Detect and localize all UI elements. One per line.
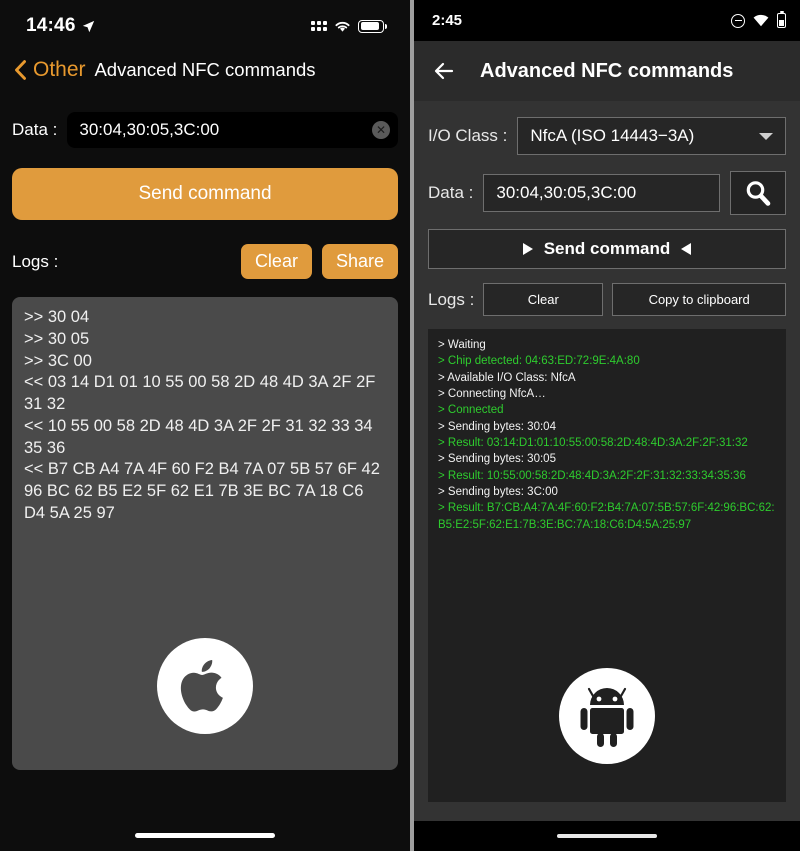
android-log-panel[interactable]: > Waiting > Chip detected: 04:63:ED:72:9E… <box>428 329 786 802</box>
ios-data-value: 30:04,30:05,3C:00 <box>79 120 220 139</box>
battery-icon <box>358 19 387 33</box>
android-send-command-button[interactable]: Send command <box>428 229 786 269</box>
ios-send-command-button[interactable]: Send command <box>12 168 398 220</box>
triangle-right-icon <box>522 243 533 255</box>
android-log-line: > Connecting NfcA… <box>438 387 546 400</box>
location-arrow-icon <box>82 20 94 32</box>
ios-data-row: Data : 30:04,30:05,3C:00 ✕ <box>12 112 398 148</box>
android-log-line: > Sending bytes: 30:05 <box>438 453 556 466</box>
android-status-bar: 2:45 <box>414 0 800 41</box>
android-data-input[interactable]: 30:04,30:05,3C:00 <box>483 174 720 212</box>
android-log-lines: > Waiting > Chip detected: 04:63:ED:72:9E… <box>438 337 776 533</box>
android-log-line: > Result: 03:14:D1:01:10:55:00:58:2D:48:… <box>438 436 748 449</box>
android-app-bar: Advanced NFC commands <box>414 41 800 101</box>
ios-log-text: >> 30 04 >> 30 05 >> 3C 00 << 03 14 D1 0… <box>24 308 380 522</box>
ios-content: Data : 30:04,30:05,3C:00 ✕ Send command … <box>0 112 410 770</box>
ios-logs-header: Logs : Clear Share <box>12 244 398 279</box>
android-content: I/O Class : NfcA (ISO 14443−3A) Data : 3… <box>414 117 800 802</box>
ios-data-label: Data : <box>12 120 58 139</box>
android-data-row: Data : 30:04,30:05,3C:00 <box>428 171 786 215</box>
battery-icon <box>777 10 786 28</box>
android-data-label: Data : <box>428 183 474 202</box>
ios-log-panel[interactable]: >> 30 04 >> 30 05 >> 3C 00 << 03 14 D1 0… <box>12 297 398 770</box>
apple-glyph <box>180 660 223 712</box>
android-io-class-value: NfcA (ISO 14443−3A) <box>530 126 695 145</box>
android-status-right <box>731 10 786 28</box>
ios-back-button[interactable]: Other <box>14 58 86 82</box>
android-log-line: > Available I/O Class: NfcA <box>438 371 576 384</box>
ios-logs-label: Logs : <box>12 251 59 271</box>
magnifier-icon <box>746 181 771 206</box>
wifi-icon <box>335 21 350 32</box>
android-clear-button[interactable]: Clear <box>483 283 604 316</box>
android-copy-button[interactable]: Copy to clipboard <box>612 283 786 316</box>
ios-back-label: Other <box>33 58 86 81</box>
clear-circle-icon[interactable]: ✕ <box>372 121 390 139</box>
android-clock: 2:45 <box>432 12 463 29</box>
android-search-button[interactable] <box>730 171 786 215</box>
ios-home-indicator[interactable] <box>135 833 275 838</box>
android-nav-bar <box>414 821 800 851</box>
android-io-class-label: I/O Class : <box>428 126 508 145</box>
apple-logo-icon <box>157 638 253 734</box>
android-log-line: > Sending bytes: 30:04 <box>438 420 556 433</box>
triangle-left-icon <box>681 243 692 255</box>
ios-data-input[interactable]: 30:04,30:05,3C:00 ✕ <box>67 112 398 148</box>
ios-clear-button[interactable]: Clear <box>240 244 312 279</box>
android-logs-header: Logs : Clear Copy to clipboard <box>428 283 786 316</box>
android-logs-label: Logs : <box>428 289 475 309</box>
chevron-left-icon <box>15 60 26 80</box>
ios-nav-bar: Other Advanced NFC commands <box>0 44 410 96</box>
android-log-line: > Chip detected: 04:63:ED:72:9E:4A:80 <box>438 355 640 368</box>
signal-dots-icon <box>311 21 327 31</box>
android-data-value: 30:04,30:05,3C:00 <box>496 183 637 202</box>
comparison-screenshot: 14:46 Other Advanced NFC commands Data:… <box>0 0 800 851</box>
android-log-line: > Sending bytes: 3C:00 <box>438 485 558 498</box>
ios-share-button[interactable]: Share <box>321 244 398 279</box>
android-log-line: > Result: B7:CB:A4:7A:4F:60:F2:B4:7A:07:… <box>438 502 775 531</box>
android-panel: 2:45 Advanced NFC commands I/O Class : N… <box>414 0 800 851</box>
ios-panel: 14:46 Other Advanced NFC commands Data:… <box>0 0 410 851</box>
android-robot-glyph <box>580 687 634 747</box>
android-robot-icon <box>559 668 655 764</box>
do-not-disturb-icon <box>731 13 745 28</box>
android-io-class-select[interactable]: NfcA (ISO 14443−3A) <box>517 117 786 155</box>
android-io-class-row: I/O Class : NfcA (ISO 14443−3A) <box>428 117 786 155</box>
wifi-icon <box>753 14 769 27</box>
android-send-label: Send command <box>543 239 671 258</box>
ios-status-bar: 14:46 <box>0 0 410 44</box>
ios-status-right <box>311 19 387 33</box>
arrow-left-icon[interactable] <box>432 59 456 83</box>
ios-clock: 14:46 <box>26 15 76 36</box>
android-log-line: > Result: 10:55:00:58:2D:48:4D:3A:2F:2F:… <box>438 469 746 482</box>
android-page-title: Advanced NFC commands <box>480 59 734 82</box>
android-log-line: > Waiting <box>438 339 486 351</box>
ios-status-left: 14:46 <box>26 15 95 37</box>
android-log-line: > Connected <box>438 404 504 417</box>
android-home-indicator[interactable] <box>557 834 657 838</box>
chevron-down-icon <box>759 132 773 140</box>
ios-send-label: Send command <box>138 183 272 204</box>
